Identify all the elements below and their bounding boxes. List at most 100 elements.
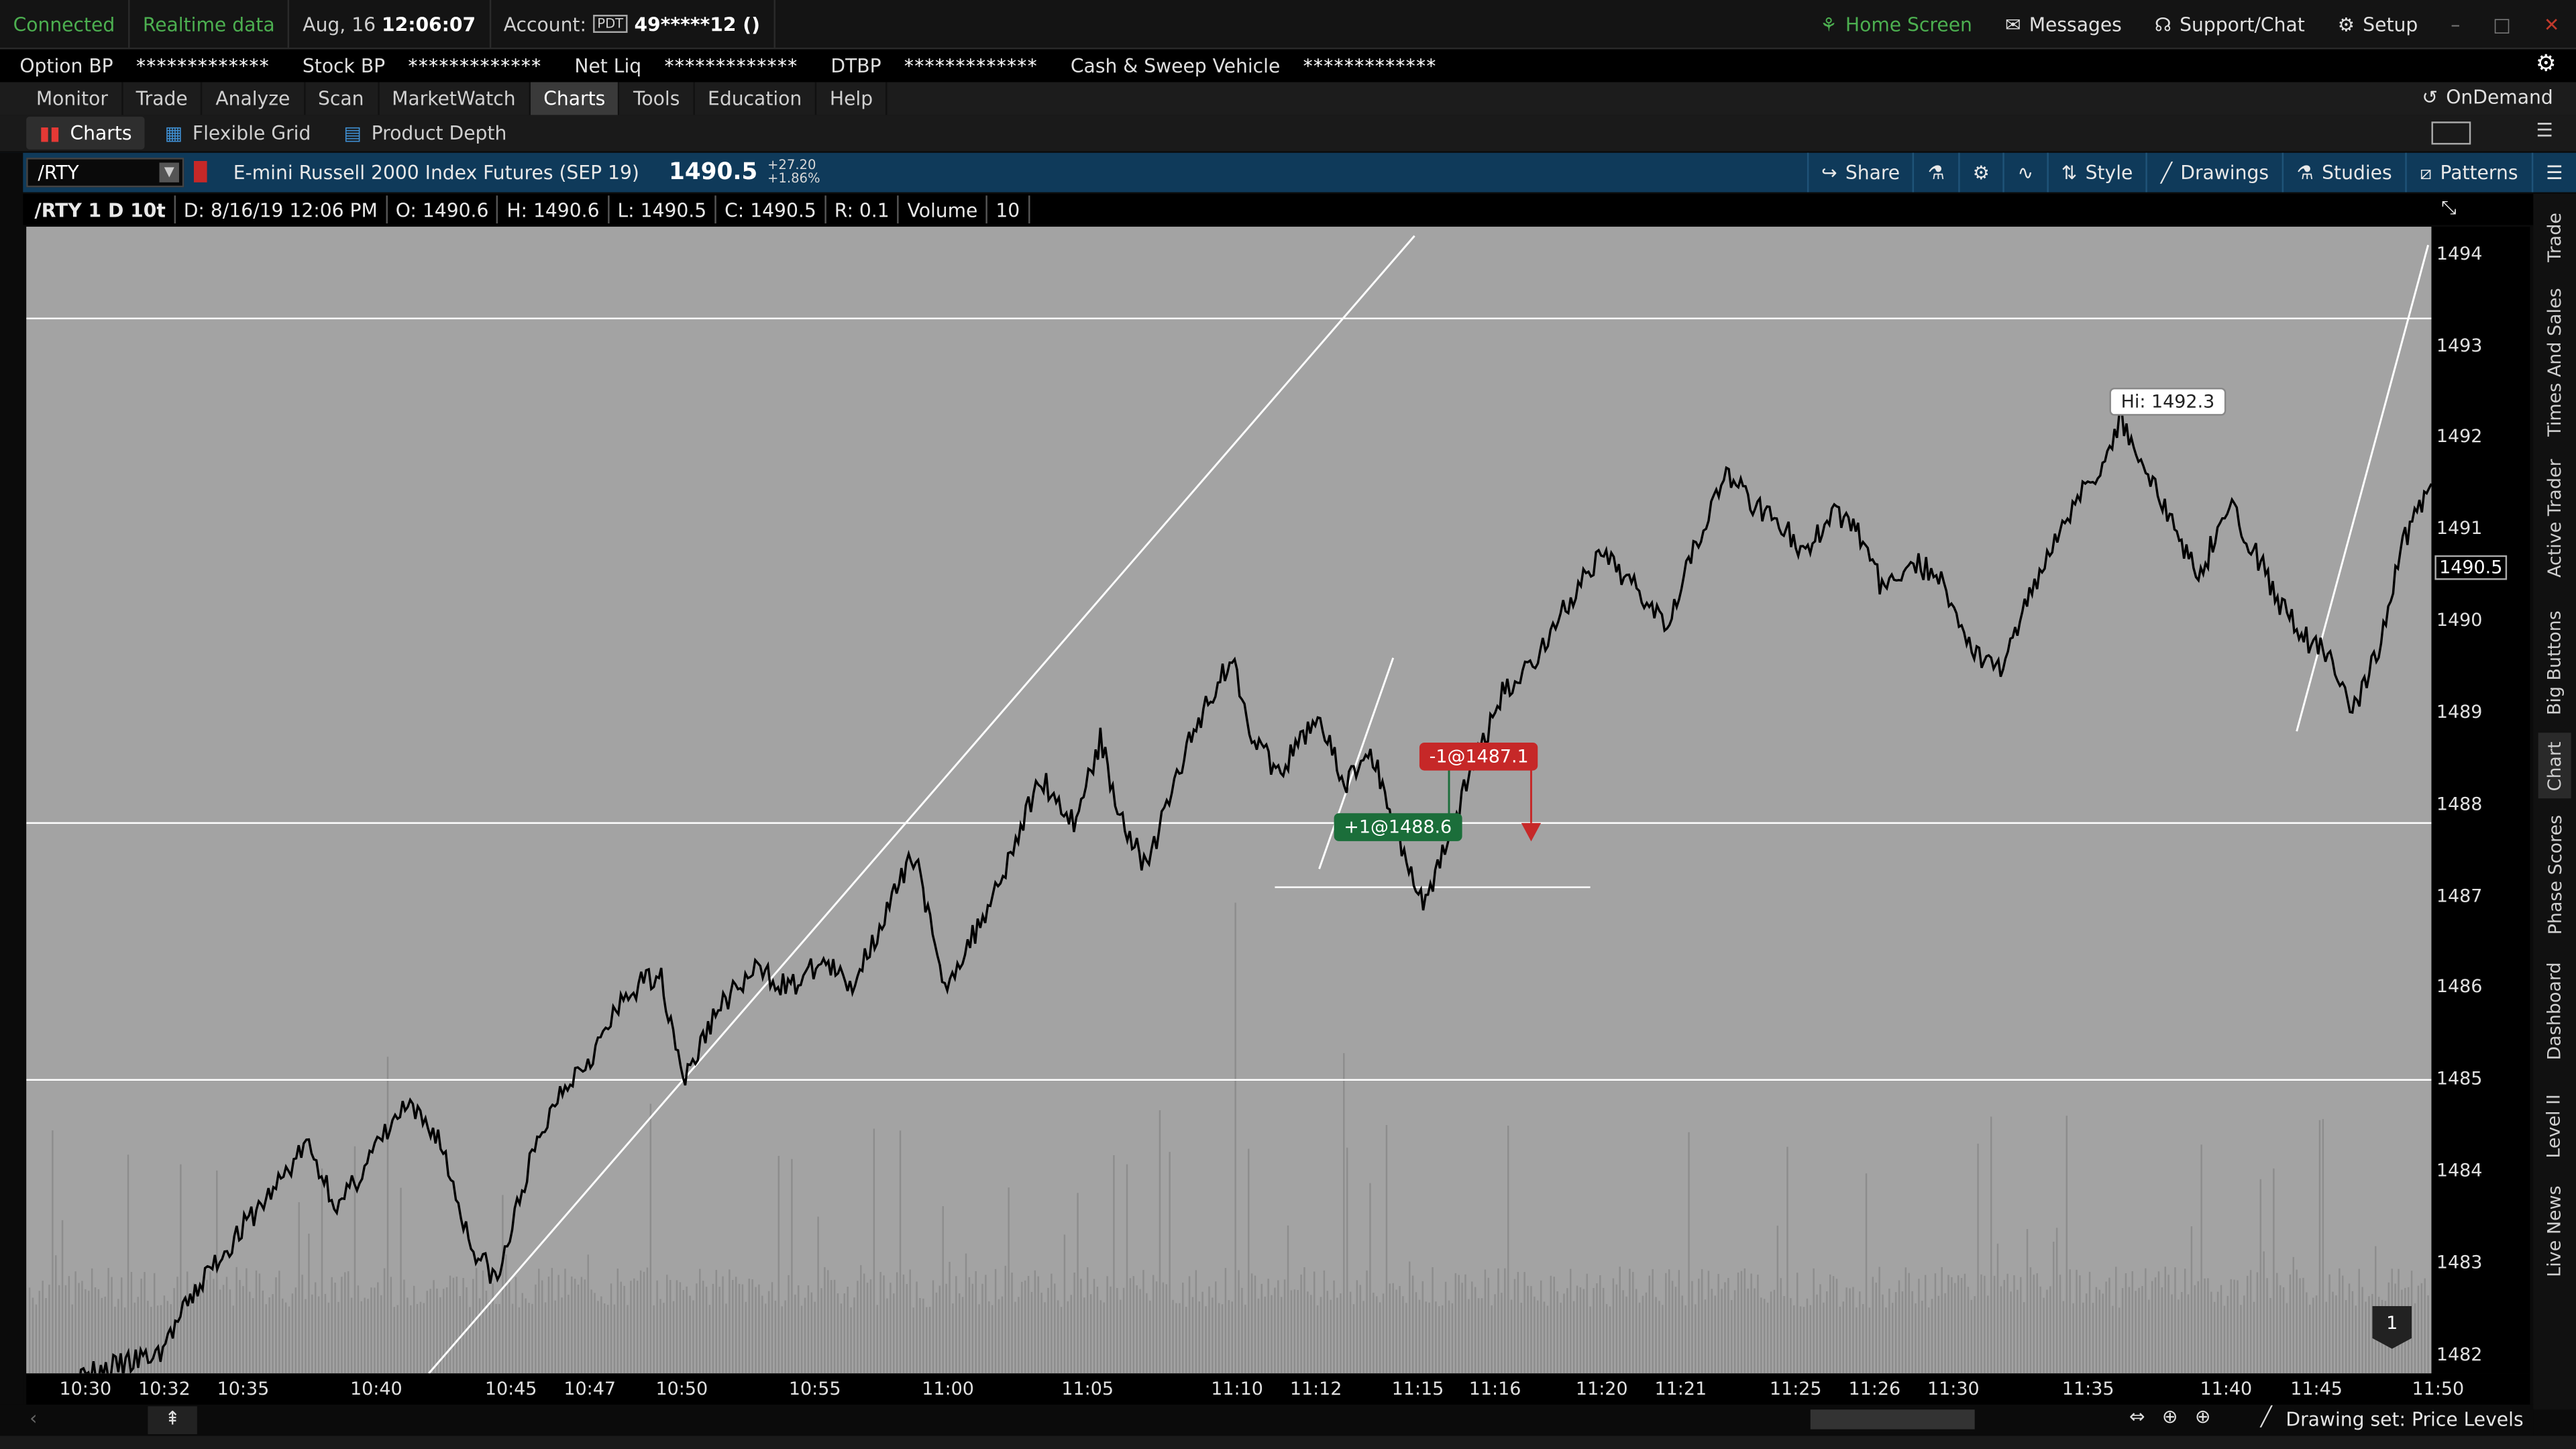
option-bp-label[interactable]: Option BP <box>0 54 123 77</box>
time-axis-tick: 11:15 <box>1391 1378 1444 1400</box>
aggregation-label[interactable]: /RTY 1 D 10t <box>26 195 176 224</box>
rail-times-and-sales[interactable]: Times And Sales <box>2538 284 2571 441</box>
pct-change: +1.86% <box>767 170 820 186</box>
dtbp-label[interactable]: DTBP <box>811 54 891 77</box>
pulse-button[interactable]: ∿ <box>2002 152 2046 193</box>
price-axis-tick: 1487 <box>2436 885 2483 906</box>
crosshair-icon[interactable]: ⊕ <box>2162 1405 2178 1428</box>
menu-trade[interactable]: Trade <box>123 82 203 115</box>
toolbar-menu-button[interactable]: ☰ <box>2531 152 2576 193</box>
symbol-selector[interactable]: /RTY ▼ <box>26 158 184 188</box>
pdt-badge: PDT <box>592 15 629 33</box>
share-button[interactable]: ↪ Share <box>1806 152 1913 193</box>
zoom-in-icon[interactable]: ⊕ <box>2195 1405 2211 1428</box>
menu-education[interactable]: Education <box>694 82 817 115</box>
price-axis[interactable]: 1494 1493 1492 1491 1490 1489 1488 1487 1486 1485… <box>2431 226 2530 1374</box>
menu-marketwatch[interactable]: MarketWatch <box>379 82 531 115</box>
option-bp-value: ************* <box>136 54 270 78</box>
collapse-icon[interactable]: ⤡ <box>2441 195 2457 220</box>
stock-bp-label[interactable]: Stock BP <box>283 54 395 77</box>
rail-chart[interactable]: Chart <box>2538 733 2571 799</box>
menu-monitor[interactable]: Monitor <box>23 82 123 115</box>
rail-active-trader[interactable]: Active Trader <box>2538 449 2571 588</box>
maximize-button[interactable]: □ <box>2477 13 2528 36</box>
price-axis-tick: 1483 <box>2436 1252 2483 1273</box>
ondemand-button[interactable]: ↺ OnDemand <box>2422 85 2553 108</box>
rail-live-news[interactable]: Live News <box>2538 1176 2571 1285</box>
minimize-button[interactable]: – <box>2434 13 2477 36</box>
gear-icon: ⚙ <box>1972 161 1990 184</box>
price-axis-tick: 1486 <box>2436 976 2483 998</box>
sell-fill-tag[interactable]: -1@1487.1 <box>1419 742 1539 771</box>
price-axis-tick: 1488 <box>2436 793 2483 815</box>
rail-big-buttons[interactable]: Big Buttons <box>2538 596 2571 728</box>
close-button[interactable]: ✕ <box>2527 13 2576 36</box>
buy-fill-tag[interactable]: +1@1488.6 <box>1334 813 1462 841</box>
home-screen-icon: ⚘ <box>1820 13 1837 36</box>
ondemand-clock-icon: ↺ <box>2422 85 2438 109</box>
price-axis-tick: 1493 <box>2436 334 2483 356</box>
messages-label: Messages <box>2029 13 2122 36</box>
flask-button[interactable]: ⚗ <box>1913 152 1958 193</box>
time-axis[interactable]: 10:30 10:32 10:35 10:40 10:45 10:47 10:50 10:55… <box>26 1373 2530 1405</box>
subtab-product-depth[interactable]: ▤ Product Depth <box>331 117 520 150</box>
menu-analyze[interactable]: Analyze <box>203 82 305 115</box>
price-chart-svg[interactable] <box>26 227 2432 1374</box>
price-axis-tick: 1490 <box>2436 609 2483 631</box>
support-chat-button[interactable]: ☊ Support/Chat <box>2138 13 2321 36</box>
chart-settings-button[interactable]: ⚙ <box>1957 152 2003 193</box>
dtbp-value: ************* <box>904 54 1038 78</box>
subtab-charts[interactable]: ▮▮ Charts <box>26 116 146 150</box>
time-axis-tick: 11:40 <box>2200 1378 2253 1400</box>
style-label: Style <box>2085 161 2133 184</box>
rail-dashboard[interactable]: Dashboard <box>2538 950 2571 1073</box>
grid-icon: ▦ <box>164 121 183 145</box>
realtime-status[interactable]: Realtime data <box>129 0 290 49</box>
rail-trade[interactable]: Trade <box>2538 194 2571 279</box>
time-axis-tick: 11:50 <box>2412 1378 2465 1400</box>
symbol-value: /RTY <box>38 161 79 184</box>
studies-button[interactable]: ⚗ Studies <box>2282 152 2406 193</box>
layout-button[interactable] <box>2431 121 2471 145</box>
price-chart[interactable]: Hi: 1492.3 -1@1487.1 +1@1488.6 1 <box>26 226 2432 1374</box>
account-selector[interactable]: Account: PDT 49*****12 () <box>490 0 775 49</box>
drawing-pencil-icon[interactable]: ╱ <box>2261 1405 2272 1428</box>
pan-icon[interactable]: ⇔ <box>2129 1405 2145 1428</box>
scroll-left-icon[interactable]: ‹ <box>30 1406 37 1429</box>
share-icon: ↪ <box>1821 161 1837 184</box>
chevron-down-icon[interactable]: ▼ <box>159 162 179 182</box>
sell-fill-arrow <box>1521 822 1542 842</box>
price-axis-tick: 1494 <box>2436 242 2483 264</box>
datetime: Aug, 16 12:06:07 <box>290 0 491 49</box>
menu-help[interactable]: Help <box>816 82 888 115</box>
bar-open: O: 1490.6 <box>388 195 499 224</box>
patterns-button[interactable]: ⧄ Patterns <box>2405 152 2531 193</box>
taskbar-strip <box>0 1436 2576 1449</box>
rail-phase-scores[interactable]: Phase Scores <box>2538 805 2571 945</box>
time-axis-tick: 11:30 <box>1927 1378 1980 1400</box>
cash-sweep-label[interactable]: Cash & Sweep Vehicle <box>1051 54 1291 77</box>
expand-panel-icon[interactable]: ⇞ <box>148 1406 197 1434</box>
balances-settings-gear-icon[interactable]: ⚙ <box>2536 51 2557 77</box>
connection-status: Connected <box>0 0 130 49</box>
drawings-button[interactable]: ╱ Drawings <box>2145 152 2282 193</box>
chart-toolbar: /RTY ▼ E-mini Russell 2000 Index Futures… <box>0 152 2576 193</box>
horizontal-scrollbar[interactable] <box>1810 1409 1975 1430</box>
price-axis-tick: 1482 <box>2436 1343 2483 1365</box>
messages-button[interactable]: ✉ Messages <box>1988 13 2138 36</box>
drawing-set-selector[interactable]: Drawing set: Price Levels <box>2286 1408 2523 1431</box>
menu-charts[interactable]: Charts <box>530 82 621 115</box>
net-liq-label[interactable]: Net Liq <box>555 54 651 77</box>
menu-tools[interactable]: Tools <box>620 82 695 115</box>
subtab-menu-icon[interactable]: ☰ <box>2536 118 2553 141</box>
home-screen-button[interactable]: ⚘ Home Screen <box>1804 13 1988 36</box>
style-button[interactable]: ⇅ Style <box>2046 152 2146 193</box>
net-liq-value: ************* <box>664 54 798 78</box>
setup-button[interactable]: ⚙ Setup <box>2321 13 2434 36</box>
high-price-label[interactable]: Hi: 1492.3 <box>2109 387 2226 415</box>
rail-level-ii[interactable]: Level II <box>2538 1081 2571 1171</box>
menu-scan[interactable]: Scan <box>305 82 379 115</box>
symbol-link-icon[interactable] <box>193 161 207 182</box>
account-value: 49*****12 () <box>634 12 761 36</box>
subtab-flexible-grid[interactable]: ▦ Flexible Grid <box>152 117 324 150</box>
